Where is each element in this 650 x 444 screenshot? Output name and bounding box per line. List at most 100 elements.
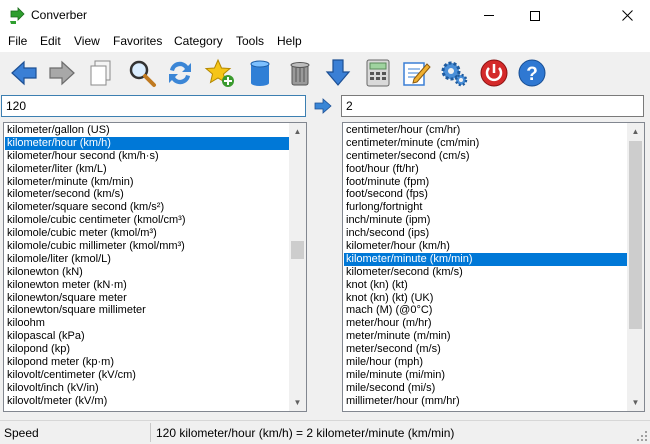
list-item[interactable]: kilomole/cubic meter (kmol/m³) xyxy=(5,227,289,240)
list-item[interactable]: knot (kn) (kt) xyxy=(344,279,627,292)
forward-button[interactable] xyxy=(44,55,80,91)
list-item[interactable]: kilometer/gallon (US) xyxy=(5,124,289,137)
source-list-scrollbar[interactable]: ▲ ▼ xyxy=(289,123,306,411)
list-item[interactable]: furlong/fortnight xyxy=(344,201,627,214)
database-icon xyxy=(250,60,270,86)
menu-category[interactable]: Category xyxy=(174,34,223,48)
maximize-button[interactable] xyxy=(512,0,558,31)
forward-arrow-icon xyxy=(49,60,75,86)
list-item[interactable]: kilopascal (kPa) xyxy=(5,330,289,343)
list-item[interactable]: inch/second (ips) xyxy=(344,227,627,240)
list-item[interactable]: kilonewton/square millimeter xyxy=(5,304,289,317)
list-item[interactable]: kilomole/liter (kmol/L) xyxy=(5,253,289,266)
list-item[interactable]: centimeter/minute (cm/min) xyxy=(344,137,627,150)
list-item[interactable]: kilometer/minute (km/min) xyxy=(5,176,289,189)
back-button[interactable] xyxy=(6,55,42,91)
search-icon xyxy=(129,60,156,87)
status-category: Speed xyxy=(4,426,39,440)
delete-button[interactable] xyxy=(282,55,318,91)
download-button[interactable] xyxy=(320,55,356,91)
window-title: Converber xyxy=(31,8,88,22)
status-bar: Speed 120 kilometer/hour (km/h) = 2 kilo… xyxy=(0,420,650,444)
close-button[interactable] xyxy=(604,0,650,31)
list-item[interactable]: kilomole/cubic centimeter (kmol/cm³) xyxy=(5,214,289,227)
list-item[interactable]: kilonewton (kN) xyxy=(5,266,289,279)
list-item[interactable]: kilometer/hour (km/h) xyxy=(5,136,289,150)
list-item[interactable]: centimeter/hour (cm/hr) xyxy=(344,124,627,137)
download-arrow-icon xyxy=(325,59,351,86)
database-button[interactable] xyxy=(242,55,278,91)
list-item[interactable]: kilometer/hour (km/h) xyxy=(344,240,627,253)
scroll-up-arrow-icon[interactable]: ▲ xyxy=(289,123,306,140)
menu-bar: File Edit View Favorites Category Tools … xyxy=(0,31,650,52)
target-unit-list[interactable]: centimeter/hour (cm/hr) centimeter/minute… xyxy=(342,122,645,412)
menu-tools[interactable]: Tools xyxy=(236,34,264,48)
list-item[interactable]: mile/hour (mph) xyxy=(344,356,627,369)
calculator-icon xyxy=(366,59,390,87)
scroll-down-arrow-icon[interactable]: ▼ xyxy=(289,394,306,411)
list-item[interactable]: kilometer/liter (km/L) xyxy=(5,163,289,176)
list-item[interactable]: kilonewton/square meter xyxy=(5,292,289,305)
list-item[interactable]: meter/second (m/s) xyxy=(344,343,627,356)
list-item[interactable]: kilometer/second (km/s) xyxy=(344,266,627,279)
search-button[interactable] xyxy=(124,55,160,91)
status-separator xyxy=(150,423,151,442)
calculator-button[interactable] xyxy=(360,55,396,91)
help-button[interactable]: ? xyxy=(514,55,550,91)
list-item[interactable]: kilometer/second (km/s) xyxy=(5,188,289,201)
list-item[interactable]: kilopond meter (kp·m) xyxy=(5,356,289,369)
list-item[interactable]: kilovolt/inch (kV/in) xyxy=(5,382,289,395)
scroll-down-arrow-icon[interactable]: ▼ xyxy=(627,394,644,411)
list-item[interactable]: millimeter/hour (mm/hr) xyxy=(344,395,627,408)
target-list-scrollbar[interactable]: ▲ ▼ xyxy=(627,123,644,411)
convert-arrow-icon[interactable] xyxy=(313,97,333,115)
menu-view[interactable]: View xyxy=(74,34,100,48)
menu-favorites[interactable]: Favorites xyxy=(113,34,162,48)
scroll-thumb[interactable] xyxy=(291,241,304,259)
source-unit-list[interactable]: kilometer/gallon (US) kilometer/hour (km/… xyxy=(3,122,307,412)
maximize-icon xyxy=(530,10,540,21)
list-item[interactable]: centimeter/second (cm/s) xyxy=(344,150,627,163)
list-item[interactable]: kilonewton meter (kN·m) xyxy=(5,279,289,292)
list-item[interactable]: mile/minute (mi/min) xyxy=(344,369,627,382)
list-item[interactable]: kilovolt/centimeter (kV/cm) xyxy=(5,369,289,382)
list-item[interactable]: kiloohm xyxy=(5,317,289,330)
menu-help[interactable]: Help xyxy=(277,34,302,48)
list-item[interactable]: knot (kn) (kt) (UK) xyxy=(344,292,627,305)
list-item[interactable]: kilometer/square second (km/s²) xyxy=(5,201,289,214)
list-item[interactable]: meter/minute (m/min) xyxy=(344,330,627,343)
resize-grip-icon[interactable] xyxy=(636,430,648,442)
list-item[interactable]: foot/minute (fpm) xyxy=(344,176,627,189)
trash-can-icon xyxy=(290,62,310,86)
list-item[interactable]: kilovolt/meter (kV/m) xyxy=(5,395,289,408)
list-item[interactable]: kilopond (kp) xyxy=(5,343,289,356)
minimize-button[interactable] xyxy=(466,0,512,31)
settings-gears-icon xyxy=(441,61,468,87)
source-value-input[interactable]: 120 xyxy=(1,95,306,117)
add-favorite-star-icon xyxy=(204,58,234,87)
target-value-input[interactable]: 2 xyxy=(341,95,644,117)
edit-button[interactable] xyxy=(398,55,434,91)
list-item[interactable]: foot/second (fps) xyxy=(344,188,627,201)
list-item[interactable]: meter/hour (m/hr) xyxy=(344,317,627,330)
settings-button[interactable] xyxy=(436,55,472,91)
scroll-up-arrow-icon[interactable]: ▲ xyxy=(627,123,644,140)
svg-text:?: ? xyxy=(526,64,538,85)
list-item[interactable]: mach (M) (@0°C) xyxy=(344,304,627,317)
list-item[interactable]: kilometer/hour second (km/h·s) xyxy=(5,150,289,163)
list-item[interactable]: kilometer/minute (km/min) xyxy=(344,252,627,266)
list-item[interactable]: kilomole/cubic millimeter (kmol/mm³) xyxy=(5,240,289,253)
close-icon xyxy=(621,10,633,21)
scroll-thumb[interactable] xyxy=(629,141,642,329)
swap-units-button[interactable] xyxy=(162,55,198,91)
copy-button[interactable] xyxy=(84,55,120,91)
minimize-icon xyxy=(484,15,494,16)
menu-file[interactable]: File xyxy=(8,34,27,48)
toolbar: ? xyxy=(0,52,650,94)
add-favorite-button[interactable] xyxy=(202,55,238,91)
list-item[interactable]: inch/minute (ipm) xyxy=(344,214,627,227)
list-item[interactable]: foot/hour (ft/hr) xyxy=(344,163,627,176)
menu-edit[interactable]: Edit xyxy=(40,34,61,48)
power-button[interactable] xyxy=(476,55,512,91)
list-item[interactable]: mile/second (mi/s) xyxy=(344,382,627,395)
